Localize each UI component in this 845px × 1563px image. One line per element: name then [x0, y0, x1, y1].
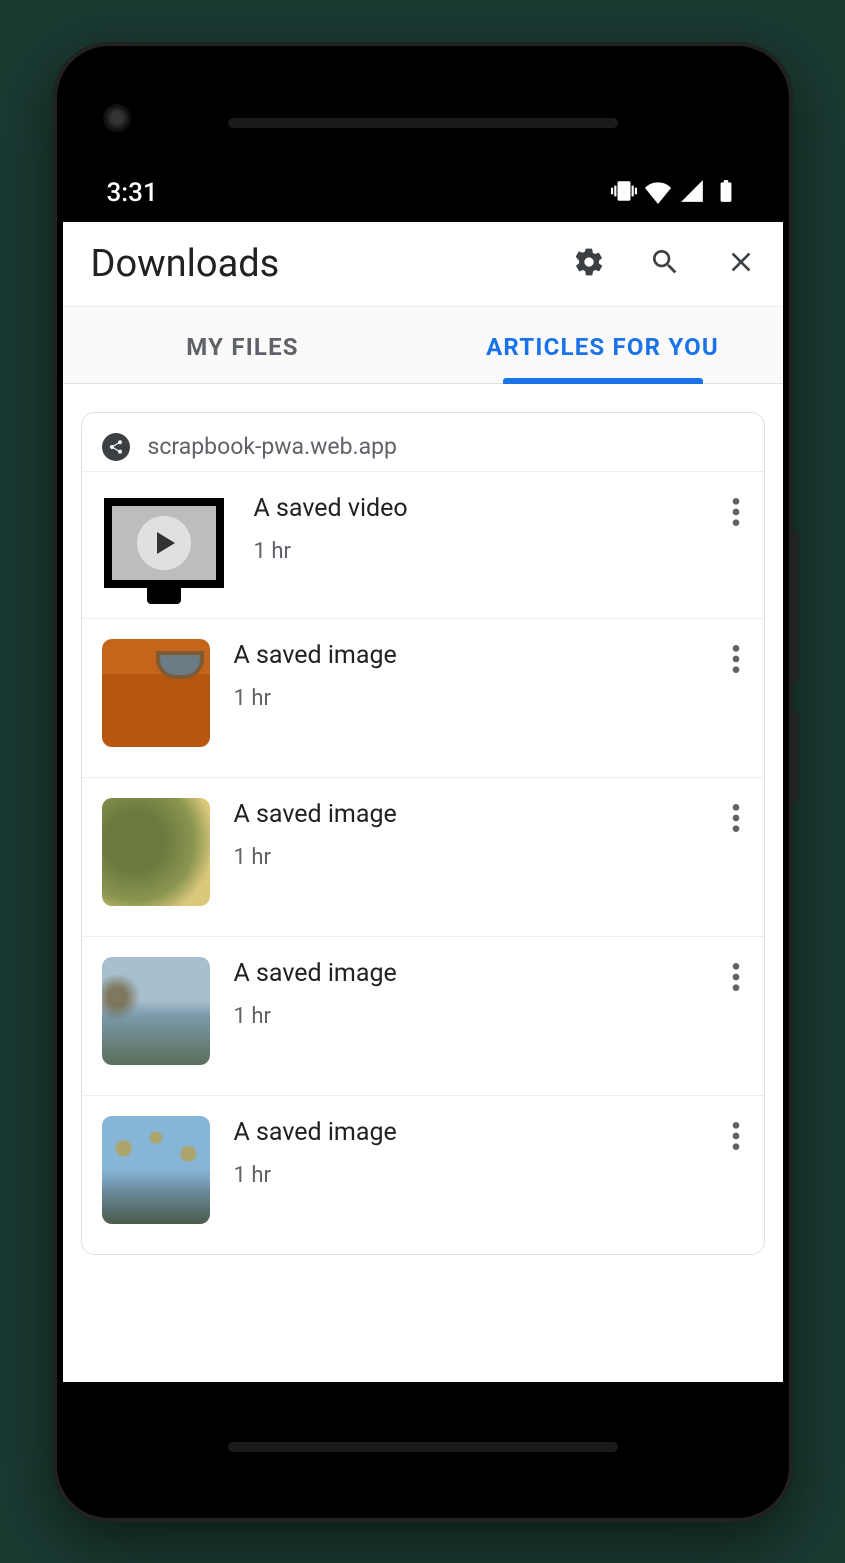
more-vert-icon: [732, 513, 740, 532]
more-button[interactable]: [732, 492, 740, 532]
phone-side-button: [793, 532, 799, 682]
more-button[interactable]: [732, 957, 740, 997]
item-subtitle: 1 hr: [234, 845, 708, 870]
close-button[interactable]: [725, 248, 757, 280]
image-thumbnail: [102, 1116, 210, 1224]
item-title: A saved image: [234, 959, 708, 988]
source-host: scrapbook-pwa.web.app: [148, 433, 397, 460]
card-header: scrapbook-pwa.web.app: [82, 413, 764, 471]
item-title: A saved video: [254, 494, 708, 523]
tab-bar: MY FILES ARTICLES FOR YOU: [63, 307, 783, 384]
app-bar: Downloads: [63, 222, 783, 307]
more-button[interactable]: [732, 798, 740, 838]
tab-articles-for-you[interactable]: ARTICLES FOR YOU: [423, 307, 783, 383]
wifi-icon: [645, 178, 671, 208]
list-item[interactable]: A saved image 1 hr: [82, 777, 764, 936]
list-item[interactable]: A saved video 1 hr: [82, 471, 764, 618]
search-icon: [649, 246, 681, 282]
page-title: Downloads: [91, 242, 573, 286]
search-button[interactable]: [649, 248, 681, 280]
phone-camera: [103, 104, 131, 132]
phone-speaker: [228, 118, 618, 128]
app-screen: Downloads MY FILES ARTICLES FOR YOU: [63, 222, 783, 1382]
status-icons: [611, 178, 739, 208]
tab-my-files[interactable]: MY FILES: [63, 307, 423, 383]
cell-signal-icon: [679, 178, 705, 208]
more-vert-icon: [732, 978, 740, 997]
more-vert-icon: [732, 1137, 740, 1156]
phone-side-button: [793, 712, 799, 802]
item-subtitle: 1 hr: [234, 686, 708, 711]
gear-icon: [573, 246, 605, 282]
more-button[interactable]: [732, 639, 740, 679]
phone-frame: 3:31 Downloads: [53, 42, 793, 1522]
status-bar: 3:31: [63, 52, 783, 222]
item-subtitle: 1 hr: [234, 1163, 708, 1188]
more-vert-icon: [732, 819, 740, 838]
item-title: A saved image: [234, 800, 708, 829]
more-button[interactable]: [732, 1116, 740, 1156]
item-subtitle: 1 hr: [234, 1004, 708, 1029]
list-item[interactable]: A saved image 1 hr: [82, 936, 764, 1095]
image-thumbnail: [102, 639, 210, 747]
list-item[interactable]: A saved image 1 hr: [82, 618, 764, 777]
close-icon: [725, 246, 757, 282]
phone-speaker: [228, 1442, 618, 1452]
settings-button[interactable]: [573, 248, 605, 280]
item-title: A saved image: [234, 1118, 708, 1147]
content-area: scrapbook-pwa.web.app A saved video 1 hr: [63, 384, 783, 1382]
share-icon: [102, 433, 130, 461]
video-thumbnail: [104, 498, 224, 588]
battery-icon: [713, 178, 739, 208]
image-thumbnail: [102, 798, 210, 906]
item-subtitle: 1 hr: [254, 539, 708, 564]
item-title: A saved image: [234, 641, 708, 670]
play-icon: [137, 516, 191, 570]
image-thumbnail: [102, 957, 210, 1065]
status-time: 3:31: [107, 178, 158, 208]
more-vert-icon: [732, 660, 740, 679]
vibrate-icon: [611, 178, 637, 208]
source-card: scrapbook-pwa.web.app A saved video 1 hr: [81, 412, 765, 1255]
list-item[interactable]: A saved image 1 hr: [82, 1095, 764, 1254]
